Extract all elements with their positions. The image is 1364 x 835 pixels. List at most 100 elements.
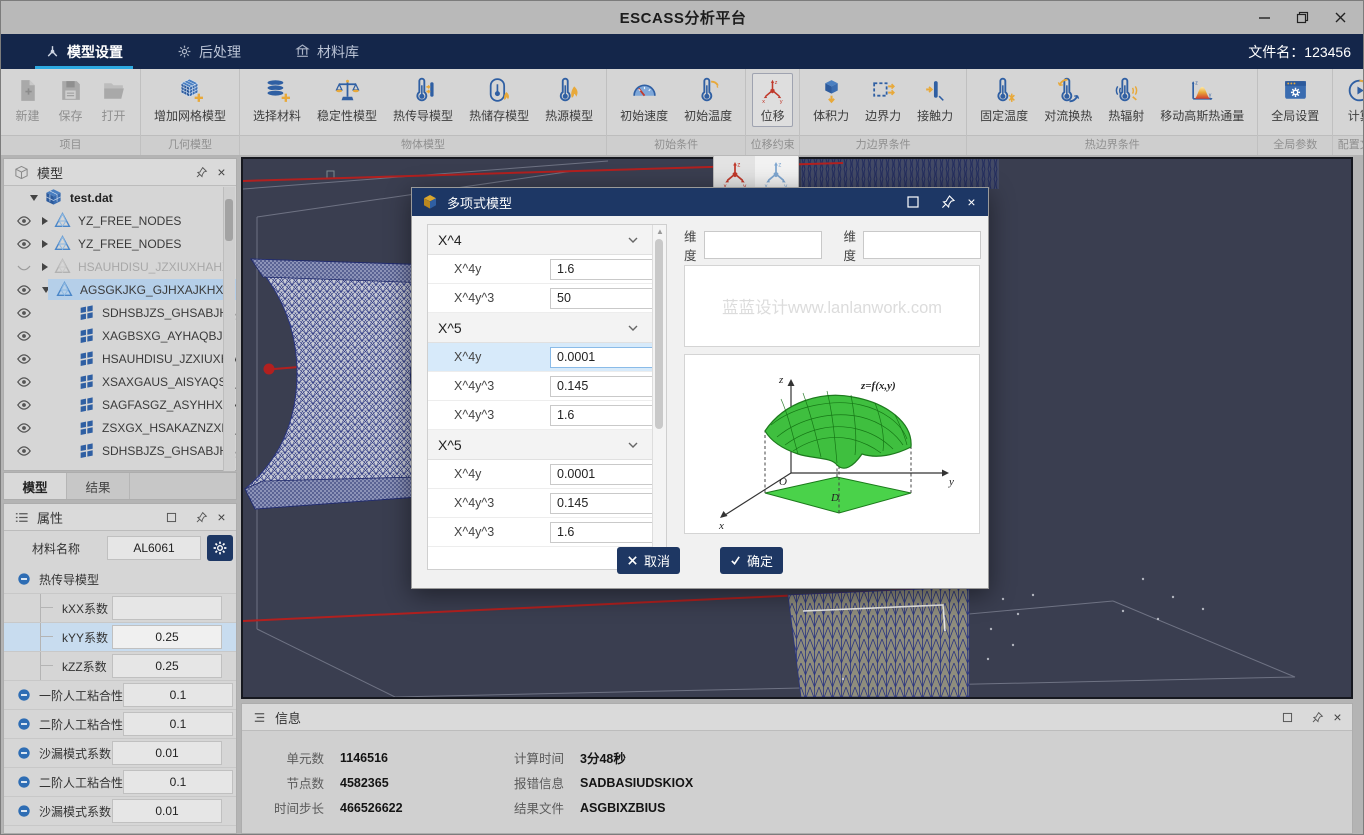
- dialog-field-row[interactable]: X^4y^3: [428, 372, 666, 401]
- cancel-button[interactable]: 取消: [617, 547, 680, 574]
- property-row[interactable]: 二阶人工粘合性: [4, 710, 236, 739]
- field-value-input[interactable]: [550, 288, 662, 309]
- ribbon-button-thermal-radiation[interactable]: 热辐射: [1101, 73, 1151, 127]
- dialog-section-row[interactable]: X^5: [428, 430, 666, 460]
- tree-scrollbar[interactable]: [223, 187, 235, 471]
- ribbon-button-compute[interactable]: 计算: [1339, 73, 1364, 127]
- field-value-input[interactable]: [550, 522, 662, 543]
- property-row[interactable]: 沙漏模式系数: [4, 739, 236, 768]
- ribbon-button-displacement-axes[interactable]: zxy位移: [752, 73, 793, 127]
- property-row[interactable]: kXX系数: [4, 594, 236, 623]
- menu-tab-material-lib[interactable]: 材料库: [279, 34, 375, 69]
- tree-item[interactable]: HSAUHDISU_JZXIUXHAHX: [4, 347, 236, 370]
- field-value-input[interactable]: [550, 347, 662, 368]
- property-row[interactable]: 沙漏模式系数: [4, 797, 236, 826]
- scrollbar-thumb[interactable]: [655, 239, 663, 429]
- dialog-field-row[interactable]: X^4y^3: [428, 284, 666, 313]
- dialog-section-row[interactable]: X^4: [428, 225, 666, 255]
- field-value-input[interactable]: [550, 259, 662, 280]
- ribbon-button-initial-velocity[interactable]: 初始速度: [613, 73, 675, 127]
- material-settings-button[interactable]: [207, 535, 233, 561]
- dimension-input-2[interactable]: [863, 231, 981, 259]
- property-row[interactable]: kYY系数: [4, 623, 236, 652]
- pin-icon[interactable]: [940, 194, 956, 210]
- ribbon-button-gaussian-flux[interactable]: zy移动高斯热通量: [1153, 73, 1251, 127]
- property-value-input[interactable]: [112, 799, 222, 823]
- ribbon-button-contact-force[interactable]: 接触力: [910, 73, 960, 127]
- close-icon[interactable]: ×: [215, 166, 228, 179]
- property-row[interactable]: 一阶人工粘合性: [4, 681, 236, 710]
- dialog-field-row[interactable]: X^4y: [428, 460, 666, 489]
- dialog-section-row[interactable]: X^5: [428, 313, 666, 343]
- tree-item[interactable]: YZ_FREE_NODES: [4, 209, 236, 232]
- ribbon-button-fixed-temperature[interactable]: 固定温度: [973, 73, 1035, 127]
- dialog-field-row[interactable]: X^4y^3: [428, 518, 666, 547]
- pin-icon[interactable]: [1311, 711, 1324, 724]
- property-value-input[interactable]: [112, 741, 222, 765]
- ribbon-button-body-force[interactable]: 体积力: [806, 73, 856, 127]
- property-value-input[interactable]: [123, 712, 233, 736]
- ribbon-button-select-material[interactable]: 选择材料: [246, 73, 308, 127]
- expander-icon[interactable]: [30, 195, 38, 201]
- property-value-input[interactable]: [112, 625, 222, 649]
- restore-button[interactable]: [1287, 6, 1317, 30]
- property-value-input[interactable]: [112, 596, 222, 620]
- ribbon-button-stability-model[interactable]: 稳定性模型: [310, 73, 384, 127]
- ribbon-button-heat-conduction[interactable]: 热传导模型: [386, 73, 460, 127]
- close-icon[interactable]: ×: [215, 511, 228, 524]
- property-row[interactable]: kZZ系数: [4, 652, 236, 681]
- scroll-up-icon[interactable]: ▲: [656, 227, 664, 236]
- field-value-input[interactable]: [550, 493, 662, 514]
- axis-option-triad-blue[interactable]: zxy: [755, 156, 796, 191]
- ribbon-button-heat-storage[interactable]: 热储存模型: [462, 73, 536, 127]
- property-value-input[interactable]: [112, 654, 222, 678]
- property-group-header[interactable]: 热传导模型: [4, 565, 236, 594]
- sidebar-tab[interactable]: 模型: [4, 473, 67, 499]
- minimize-button[interactable]: [1249, 6, 1279, 30]
- close-icon[interactable]: ×: [965, 196, 978, 209]
- sidebar-tab[interactable]: 结果: [67, 473, 130, 499]
- restore-icon[interactable]: [1281, 711, 1294, 724]
- restore-icon[interactable]: [165, 511, 178, 524]
- dialog-field-row[interactable]: X^4y: [428, 255, 666, 284]
- ribbon-button-initial-temperature[interactable]: 初始温度: [677, 73, 739, 127]
- dialog-titlebar[interactable]: 多项式模型 ×: [412, 188, 988, 216]
- pin-icon[interactable]: [195, 511, 208, 524]
- material-name-input[interactable]: [107, 536, 201, 560]
- field-value-input[interactable]: [550, 464, 662, 485]
- tree-item[interactable]: YZ_FREE_NODES: [4, 232, 236, 255]
- restore-icon[interactable]: [905, 194, 921, 210]
- ribbon-button-add-mesh-model[interactable]: 增加网格模型: [147, 73, 233, 127]
- dialog-field-row[interactable]: X^4y^3: [428, 401, 666, 430]
- scrollbar-thumb[interactable]: [225, 199, 233, 241]
- tree-item[interactable]: XAGBSXG_AYHAQBJ: [4, 324, 236, 347]
- tree-item[interactable]: SDHSBJZS_GHSABJHB_ZAHU: [4, 439, 236, 462]
- axis-option-triad-red[interactable]: zxy: [714, 156, 755, 191]
- ribbon-button-convection[interactable]: 对流换热: [1037, 73, 1099, 127]
- dimension-input-1[interactable]: [704, 231, 822, 259]
- property-value-input[interactable]: [123, 683, 233, 707]
- dialog-field-row[interactable]: X^4y^3: [428, 489, 666, 518]
- ribbon-button-global-settings[interactable]: 全局设置: [1264, 73, 1326, 127]
- tree-item[interactable]: HSAUHDISU_JZXIUXHAHX: [4, 255, 236, 278]
- tree-item[interactable]: SAGFASGZ_ASYHHXSN: [4, 393, 236, 416]
- tree-item[interactable]: ZSXGX_HSAKAZNZXK_AHASX: [4, 416, 236, 439]
- dialog-field-row[interactable]: X^4y: [428, 343, 666, 372]
- ok-button[interactable]: 确定: [720, 547, 783, 574]
- menu-tab-post-process[interactable]: 后处理: [161, 34, 257, 69]
- tree-item[interactable]: AGSGKJKG_GJHXAJKHXA: [4, 278, 236, 301]
- property-row[interactable]: 二阶人工粘合性: [4, 768, 236, 797]
- field-value-input[interactable]: [550, 405, 662, 426]
- field-value-input[interactable]: [550, 376, 662, 397]
- dialog-scrollbar[interactable]: ▲▼: [652, 225, 666, 569]
- tree-root-item[interactable]: test.dat: [4, 186, 236, 209]
- property-value-input[interactable]: [123, 770, 233, 794]
- pin-icon[interactable]: [195, 166, 208, 179]
- ribbon-button-boundary-force[interactable]: 边界力: [858, 73, 908, 127]
- close-window-button[interactable]: [1325, 6, 1355, 30]
- ribbon-button-heat-source[interactable]: 热源模型: [538, 73, 600, 127]
- tree-item[interactable]: XSAXGAUS_AISYAQSH_ASHX: [4, 370, 236, 393]
- tree-item[interactable]: SDHSBJZS_GHSABJHB_ZAHU: [4, 301, 236, 324]
- close-icon[interactable]: ×: [1331, 711, 1344, 724]
- menu-tab-model-settings[interactable]: 模型设置: [29, 34, 139, 69]
